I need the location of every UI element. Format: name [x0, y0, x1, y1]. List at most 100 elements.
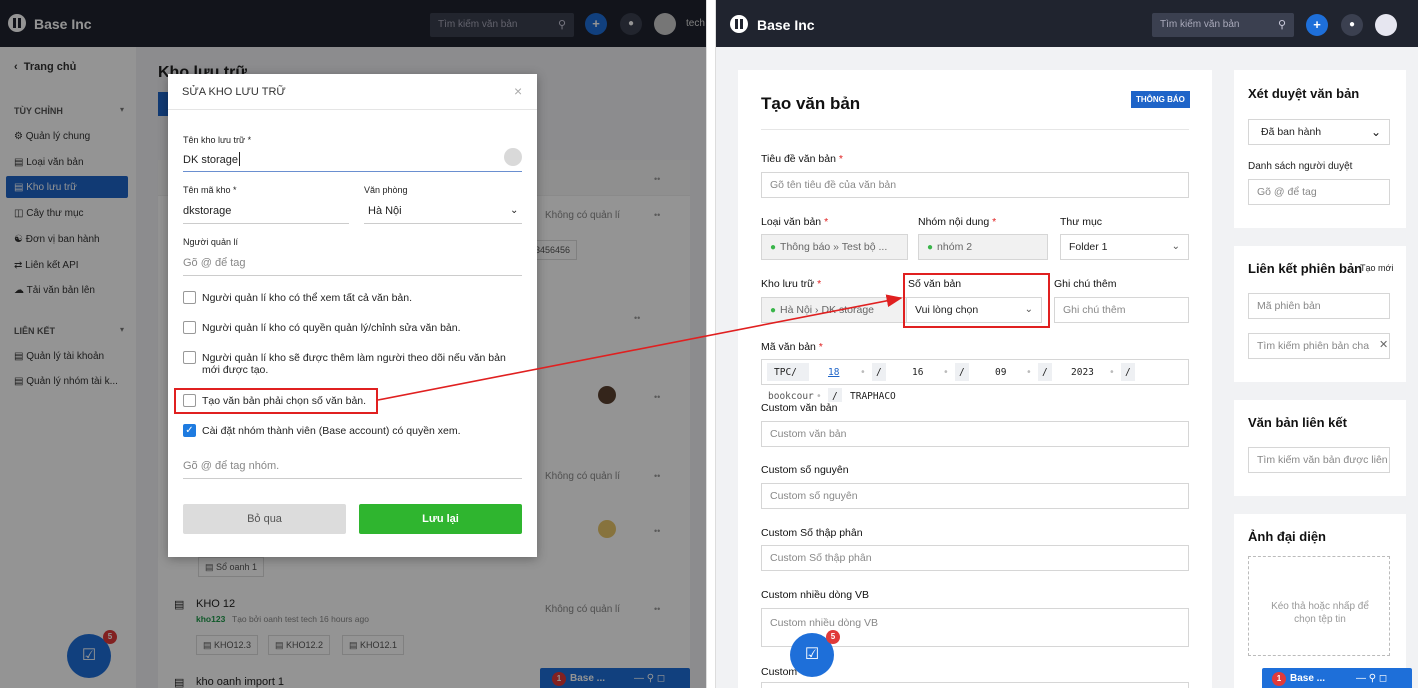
form-title: Tạo văn bản [761, 94, 861, 113]
code-prefix: TPC/ [774, 367, 797, 378]
title-divider [761, 129, 1189, 130]
code-separator: / [959, 367, 965, 378]
custom-decimal-input[interactable]: Custom Số thập phân [761, 545, 1189, 571]
approval-title: Xét duyệt văn bản [1248, 86, 1360, 101]
bell-icon[interactable]: ● [1341, 14, 1363, 36]
fab-badge: 5 [826, 630, 840, 644]
label-text: Mã văn bản [761, 341, 816, 353]
storage-name-label: Tên kho lưu trữ * [183, 135, 252, 145]
cover-image-panel: Ảnh đại diện Kéo thả hoặc nhấp để chọn t… [1234, 514, 1406, 688]
avatar[interactable] [1375, 14, 1397, 36]
required-mark: * [992, 216, 997, 228]
create-new-link[interactable]: Tạo mới [1360, 263, 1393, 273]
input-underline [183, 223, 349, 224]
add-icon[interactable]: + [1306, 14, 1328, 36]
custom-text-label: Custom văn bản [761, 402, 838, 414]
custom-int-input[interactable]: Custom số nguyên [761, 483, 1189, 509]
lock-icon: ● [770, 242, 777, 253]
code-day: 16 [912, 367, 924, 378]
storage-name-input[interactable]: DK storage [183, 154, 238, 166]
custom-decimal-label: Custom Số thập phân [761, 527, 863, 539]
note-input[interactable]: Ghi chú thêm [1054, 297, 1189, 323]
clear-icon[interactable] [504, 148, 522, 166]
version-code-input[interactable]: Mã phiên bản [1248, 293, 1390, 319]
search-input[interactable]: Tìm kiếm văn bản ⚲ [1152, 13, 1294, 37]
type-badge: THÔNG BÁO [1131, 91, 1190, 108]
linked-docs-panel: Văn bản liên kết Tìm kiếm văn bản được l… [1234, 400, 1406, 496]
mini-bar-actions-icon[interactable]: — ⚲ ◻ [1356, 668, 1387, 688]
manager-label: Người quản lí [183, 237, 238, 247]
right-window: Base Inc Tìm kiếm văn bản ⚲ + ● Tạo văn … [716, 0, 1418, 688]
parent-version-search[interactable]: Tìm kiếm phiên bản cha [1248, 333, 1390, 359]
doc-title-input[interactable]: Gõ tên tiêu đề của văn bản [761, 172, 1189, 198]
chevron-down-icon: ⌄ [1370, 125, 1381, 139]
group-tag-input[interactable]: Gõ @ để tag nhóm. [183, 460, 279, 472]
code-separator: / [876, 367, 882, 378]
highlight-box [174, 388, 378, 414]
version-link-title: Liên kết phiên bản [1248, 261, 1363, 276]
input-underline [364, 223, 522, 224]
checkbox-view-all[interactable] [183, 291, 196, 304]
note-label: Ghi chú thêm [1054, 278, 1117, 290]
folder-select[interactable]: Folder 1 ⌄ [1060, 234, 1189, 260]
custom-last-input[interactable] [761, 682, 1189, 688]
window-divider [706, 0, 716, 688]
group-label: Nhóm nội dung * [918, 216, 996, 228]
code-book: bookcour [768, 391, 814, 402]
create-document-form: Tạo văn bản THÔNG BÁO Tiêu đề văn bản * … [738, 70, 1212, 688]
type-select[interactable]: ● Thông báo » Test bộ ... [761, 234, 908, 260]
code-dot: • [816, 391, 822, 402]
checkbox-follower-label: Người quản lí kho sẽ được thêm làm người… [202, 352, 506, 376]
custom-text-input[interactable]: Custom văn bản [761, 421, 1189, 447]
text-cursor [239, 152, 240, 166]
code-label: Mã văn bản * [761, 341, 823, 353]
dropzone-text: Kéo thả hoặc nhấp để chọn tệp tin [1271, 601, 1369, 625]
search-icon: ⚲ [1277, 19, 1286, 31]
image-dropzone[interactable]: Kéo thả hoặc nhấp để chọn tệp tin [1248, 556, 1390, 656]
custom-last-label: Custom [761, 666, 798, 678]
code-dot: • [943, 367, 949, 378]
cover-image-title: Ảnh đại diện [1248, 529, 1326, 544]
code-input[interactable]: dkstorage [183, 205, 231, 217]
brand-name: Base Inc [757, 17, 815, 33]
input-underline [183, 275, 522, 276]
checkbox-edit-label: Người quản lí kho có quyền quản lý/chỉnh… [202, 322, 461, 334]
office-select[interactable]: Hà Nội [368, 205, 402, 217]
storage-label: Kho lưu trữ * [761, 278, 821, 290]
status-value: Đã ban hành [1261, 126, 1322, 138]
status-select[interactable]: Đã ban hành ⌄ [1248, 119, 1390, 145]
type-value: Thông báo » Test bộ ... [780, 241, 888, 253]
save-button[interactable]: Lưu lại [359, 504, 522, 534]
checkbox-group-view-label: Cài đặt nhóm thành viên (Base account) c… [202, 425, 461, 437]
checkbox-edit[interactable] [183, 321, 196, 334]
label-text: Tiêu đề văn bản [761, 153, 836, 165]
manager-input[interactable]: Gõ @ để tag [183, 257, 246, 269]
modal-header: SỬA KHO LƯU TRỮ × [168, 74, 537, 110]
close-icon[interactable]: × [514, 83, 522, 99]
mini-badge: 1 [1272, 672, 1286, 686]
clear-icon[interactable]: ✕ [1379, 338, 1389, 351]
storage-value: Hà Nội › DK storage [780, 304, 874, 316]
code-separator: / [1125, 367, 1131, 378]
approvers-label: Danh sách người duyệt [1248, 161, 1353, 172]
group-value: nhóm 2 [937, 241, 973, 253]
code-number[interactable]: 18 [828, 367, 839, 378]
chevron-down-icon[interactable]: ⌄ [510, 205, 518, 216]
base-logo-icon[interactable] [730, 15, 748, 33]
label-text: Kho lưu trữ [761, 278, 815, 290]
lock-icon: ● [927, 242, 934, 253]
lock-icon: ● [770, 305, 777, 316]
code-dot: • [860, 367, 866, 378]
label-text: Nhóm nội dung [918, 216, 990, 228]
storage-select[interactable]: ● Hà Nội › DK storage [761, 297, 908, 323]
cancel-button[interactable]: Bỏ qua [183, 504, 346, 534]
checkbox-group-view[interactable]: ✓ [183, 424, 196, 437]
top-bar: Base Inc Tìm kiếm văn bản ⚲ + ● [716, 0, 1418, 47]
linked-docs-search[interactable]: Tìm kiếm văn bản được liên [1248, 447, 1390, 473]
code-company: TRAPHACO [850, 391, 896, 402]
checkbox-follower[interactable] [183, 351, 196, 364]
approvers-input[interactable]: Gõ @ để tag [1248, 179, 1390, 205]
custom-multiline-label: Custom nhiều dòng VB [761, 589, 869, 601]
folder-label: Thư mục [1060, 216, 1103, 228]
group-select[interactable]: ● nhóm 2 [918, 234, 1048, 260]
